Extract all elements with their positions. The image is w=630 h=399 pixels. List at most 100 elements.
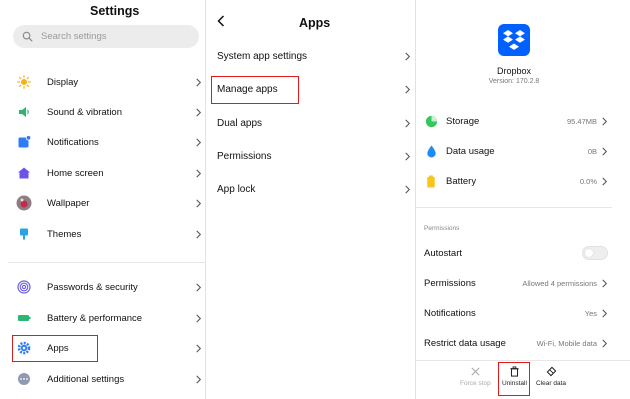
force-stop-button[interactable]: Force stop [460,366,491,387]
dropbox-logo-icon [498,24,530,56]
restrict-data-usage-label: Restrict data usage [424,337,506,349]
themes-icon [16,226,32,242]
apps-item-label: Permissions [217,150,272,162]
storage-icon [424,114,438,128]
chevron-right-icon [196,375,202,383]
notifications-label: Notifications [424,307,476,319]
chevron-right-icon [196,314,202,322]
chevron-right-icon [602,309,608,317]
app-name: Dropbox [496,66,532,76]
data-usage-value: 0B [587,146,597,156]
clear-data-button[interactable]: Clear data [536,366,566,387]
settings-title: Settings [90,4,140,18]
chevron-right-icon [196,169,202,177]
permissions-label: Permissions [424,277,476,289]
apps-title: Apps [299,16,331,30]
settings-item-display[interactable]: Display [16,70,202,94]
battery-row[interactable]: Battery 0.0% [424,171,608,191]
autostart-label: Autostart [424,247,463,259]
apps-item-system-app-settings[interactable]: System app settings [217,44,411,68]
apps-item-dual-apps[interactable]: Dual apps [217,111,411,135]
chevron-right-icon [602,177,608,185]
apps-item-label: App lock [217,183,256,195]
permissions-value: Allowed 4 permissions [522,278,597,288]
chevron-right-icon [196,199,202,207]
settings-item-label: Battery & performance [47,312,143,324]
settings-item-battery-performance[interactable]: Battery & performance [16,306,202,330]
notifications-row[interactable]: Notifications Yes [424,303,608,323]
settings-item-passwords-security[interactable]: Passwords & security [16,275,202,299]
autostart-toggle[interactable] [582,246,608,260]
restrict-data-usage-value: Wi-Fi, Mobile data [536,338,597,348]
chevron-right-icon [602,339,608,347]
settings-item-label: Additional settings [47,373,125,385]
chevron-right-icon [196,283,202,291]
force-stop-label: Force stop [460,380,491,387]
wallpaper-icon [16,195,32,211]
battery-icon [16,310,32,326]
settings-panel: Settings Search settings Display Sound &… [0,0,206,399]
data-usage-row[interactable]: Data usage 0B [424,141,608,161]
chevron-right-icon [602,279,608,287]
permissions-row[interactable]: Permissions Allowed 4 permissions [424,273,608,293]
app-info-panel: Dropbox Version: 170.2.8 Storage 95.47MB… [416,0,630,399]
chevron-right-icon [602,117,608,125]
home-icon [16,165,32,181]
chevron-right-icon [196,108,202,116]
app-version: Version: 170.2.8 [488,78,540,85]
close-icon [471,367,480,376]
apps-highlight-box [12,335,98,362]
water-drop-icon [424,144,438,158]
uninstall-highlight-box [498,362,530,396]
settings-item-notifications[interactable]: Notifications [16,130,202,154]
storage-label: Storage [446,115,480,127]
settings-item-additional[interactable]: Additional settings [16,367,202,391]
chevron-right-icon [196,344,202,352]
battery-icon [424,174,438,188]
chevron-right-icon [196,230,202,238]
settings-item-label: Themes [47,228,82,240]
battery-value: 0.0% [579,176,597,186]
apps-item-permissions[interactable]: Permissions [217,144,411,168]
speaker-icon [16,104,32,120]
settings-item-label: Display [47,76,79,88]
settings-item-label: Wallpaper [47,197,90,209]
chevron-right-icon [405,52,411,60]
sun-icon [16,74,32,90]
fingerprint-icon [16,279,32,295]
battery-label: Battery [446,175,477,187]
permissions-section-header: Permissions [424,225,460,232]
back-arrow-icon[interactable] [217,15,225,27]
chevron-right-icon [405,119,411,127]
data-usage-label: Data usage [446,145,495,157]
settings-item-label: Home screen [47,167,104,179]
chevron-right-icon [602,147,608,155]
divider [8,262,206,263]
divider [416,207,612,208]
notification-icon [16,134,32,150]
storage-value: 95.47MB [566,116,597,126]
search-bar[interactable]: Search settings [13,25,199,48]
storage-row[interactable]: Storage 95.47MB [424,111,608,131]
settings-item-label: Notifications [47,136,99,148]
apps-item-label: System app settings [217,50,308,62]
more-icon [16,371,32,387]
autostart-row[interactable]: Autostart [424,243,608,263]
settings-item-label: Passwords & security [47,281,138,293]
settings-item-themes[interactable]: Themes [16,222,202,246]
search-input[interactable]: Search settings [41,31,106,42]
eraser-icon [546,366,556,377]
chevron-right-icon [196,78,202,86]
manage-apps-highlight-box [211,76,299,104]
chevron-right-icon [405,185,411,193]
chevron-right-icon [405,152,411,160]
chevron-right-icon [405,85,411,93]
clear-data-label: Clear data [536,380,566,387]
settings-item-wallpaper[interactable]: Wallpaper [16,191,202,215]
divider [416,360,630,361]
restrict-data-usage-row[interactable]: Restrict data usage Wi-Fi, Mobile data [424,333,608,353]
chevron-right-icon [196,138,202,146]
settings-item-sound[interactable]: Sound & vibration [16,100,202,124]
settings-item-home-screen[interactable]: Home screen [16,161,202,185]
apps-item-app-lock[interactable]: App lock [217,177,411,201]
